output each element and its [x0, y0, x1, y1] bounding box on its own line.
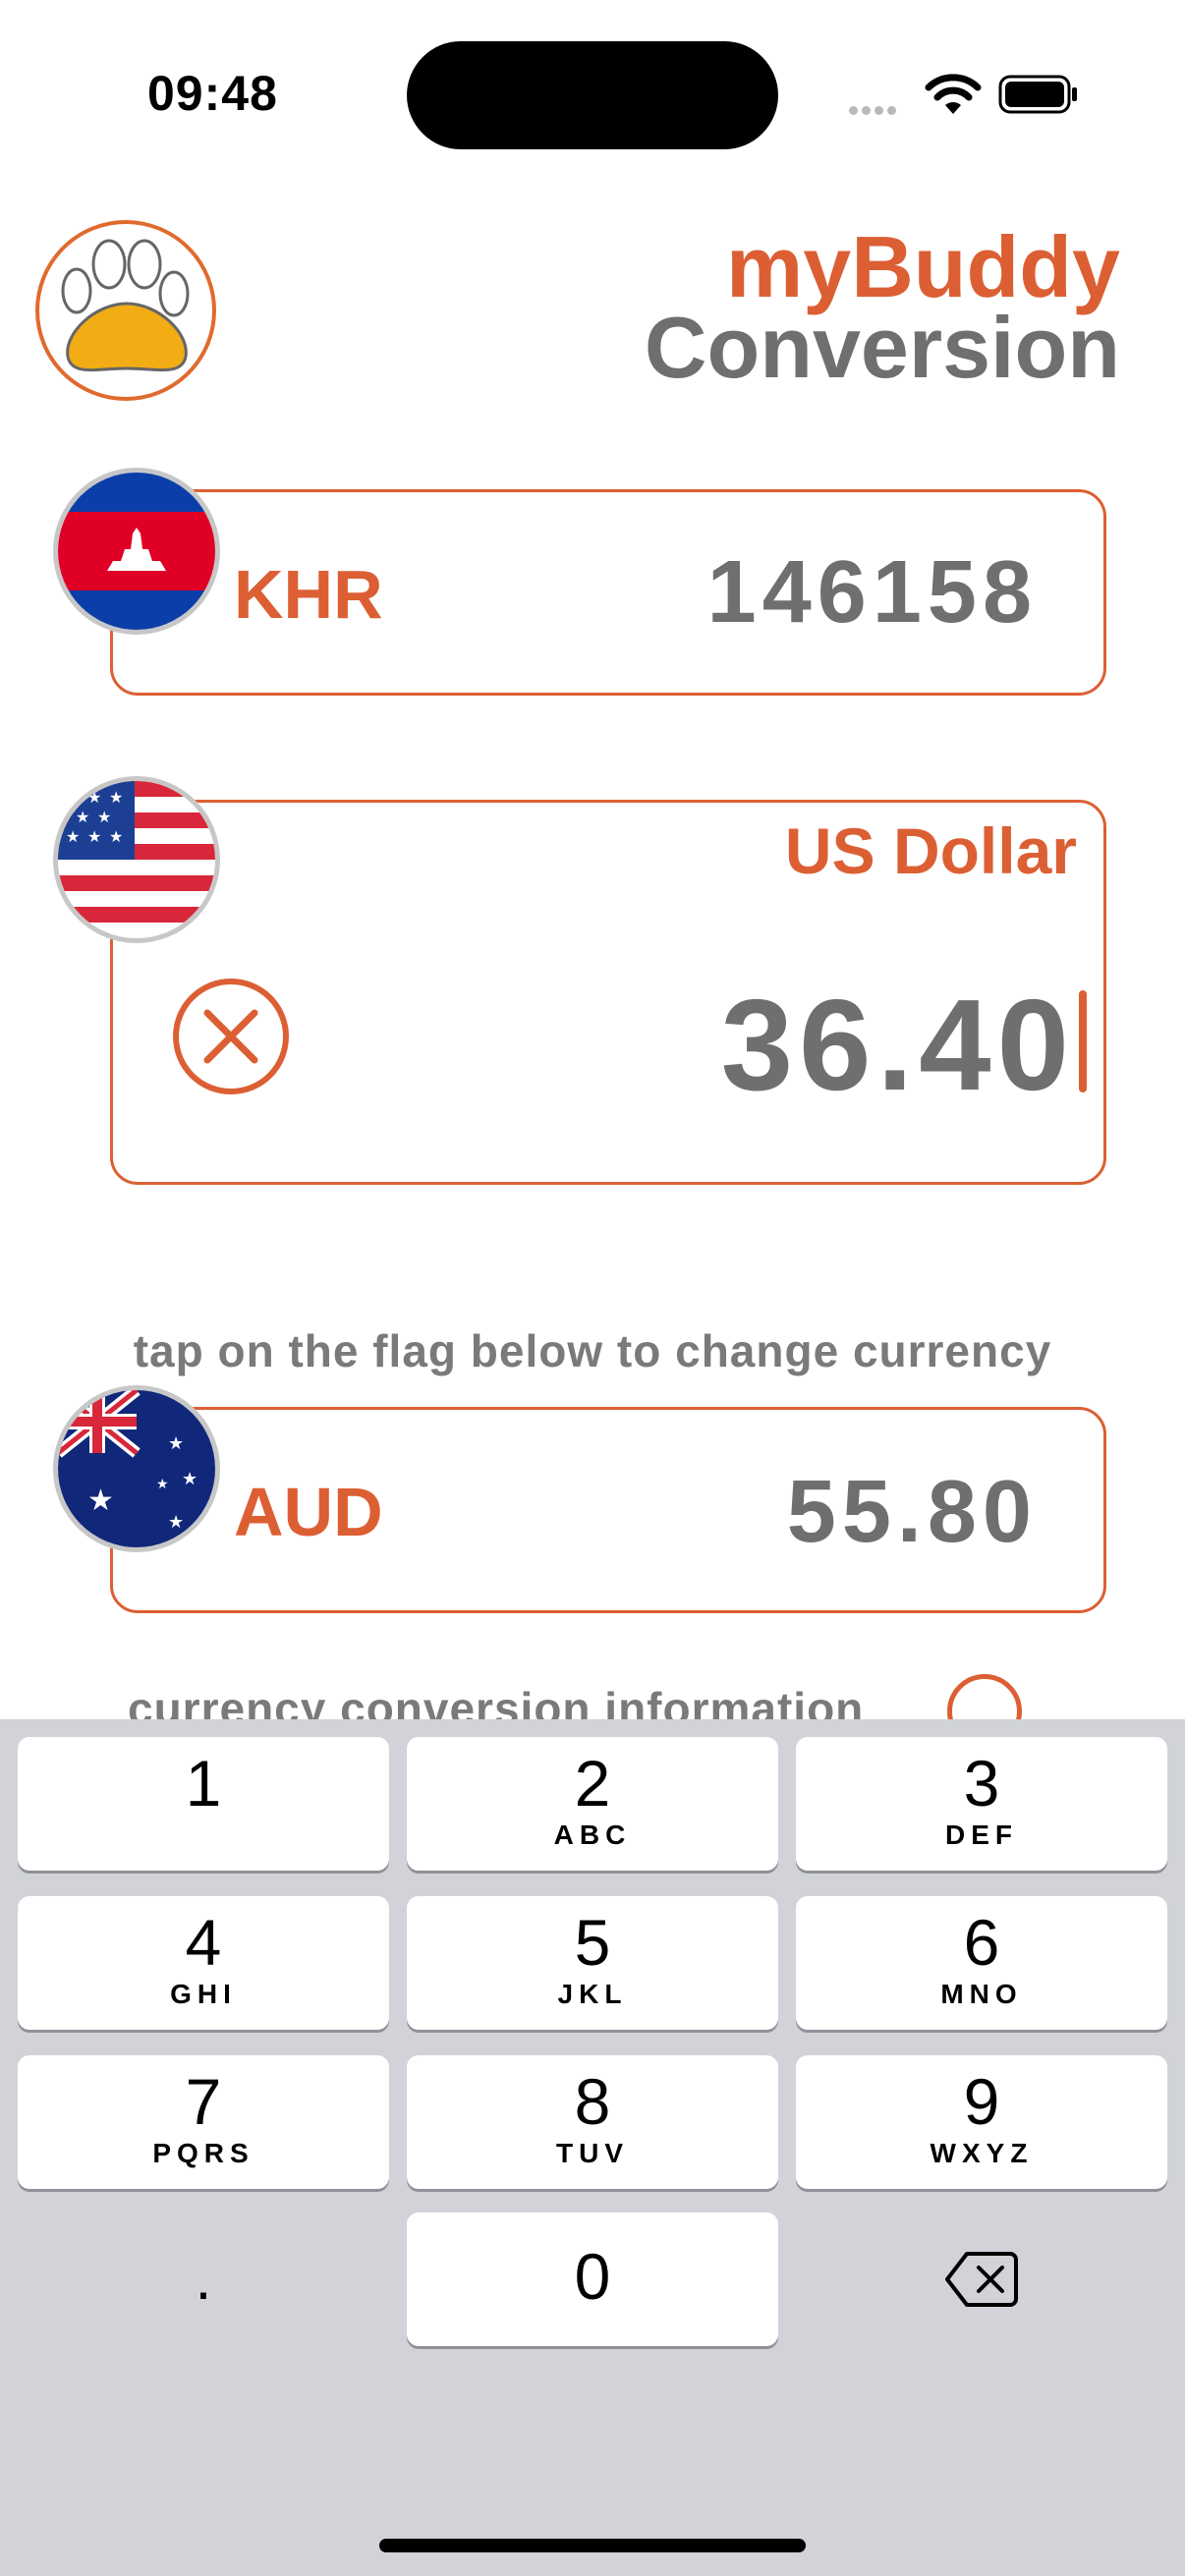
key-8[interactable]: 8 TUV: [407, 2055, 778, 2189]
cambodia-flag-icon[interactable]: [53, 468, 220, 635]
svg-text:★: ★: [87, 788, 101, 807]
key-1[interactable]: 1: [18, 1737, 389, 1871]
cellular-signal-icon: [849, 102, 908, 115]
svg-text:★: ★: [168, 1433, 184, 1454]
svg-text:★: ★: [87, 827, 101, 846]
key-4[interactable]: 4 GHI: [18, 1896, 389, 2030]
svg-text:★: ★: [182, 1469, 198, 1489]
key-decimal[interactable]: .: [18, 2212, 389, 2346]
svg-text:★: ★: [168, 1512, 184, 1533]
australia-flag-icon[interactable]: ★ ★ ★ ★ ★: [53, 1385, 220, 1552]
dynamic-island: [407, 41, 778, 149]
backspace-icon: [945, 2252, 1018, 2307]
svg-text:★: ★: [156, 1477, 169, 1492]
active-currency-amount[interactable]: 36.40: [721, 971, 1075, 1119]
key-7[interactable]: 7 PQRS: [18, 2055, 389, 2189]
svg-text:★: ★: [109, 788, 123, 807]
key-5[interactable]: 5 JKL: [407, 1896, 778, 2030]
svg-text:★: ★: [76, 808, 89, 826]
base-currency-code: KHR: [234, 556, 383, 633]
key-3[interactable]: 3 DEF: [796, 1737, 1167, 1871]
app-brand: myBuddy: [726, 218, 1120, 315]
clear-icon[interactable]: [171, 977, 291, 1096]
key-0[interactable]: 0: [407, 2212, 778, 2346]
svg-text:★: ★: [97, 808, 111, 826]
svg-text:★: ★: [66, 788, 80, 807]
status-time: 09:48: [147, 66, 278, 121]
page-title: Conversion: [644, 299, 1120, 396]
target-currency-amount[interactable]: 55.80: [787, 1462, 1038, 1563]
key-delete[interactable]: [796, 2212, 1167, 2346]
active-currency-name: US Dollar: [784, 814, 1077, 887]
text-cursor: [1079, 990, 1087, 1092]
target-currency-code: AUD: [234, 1474, 383, 1550]
key-2[interactable]: 2 ABC: [407, 1737, 778, 1871]
battery-icon: [998, 75, 1077, 114]
svg-text:★: ★: [87, 1484, 114, 1518]
paw-icon: [61, 239, 190, 372]
app-logo: [35, 220, 216, 401]
home-indicator[interactable]: [379, 2539, 806, 2552]
svg-text:★: ★: [66, 827, 80, 846]
numeric-keyboard: 1 2 ABC 3 DEF 4 GHI 5 JKL 6 MNO 7 PQRS 8 TUV 9W…: [0, 1719, 1185, 2576]
key-9[interactable]: 9 WXYZ: [796, 2055, 1167, 2189]
base-currency-amount[interactable]: 146158: [707, 542, 1038, 644]
usa-flag-icon[interactable]: ★ ★ ★ ★ ★ ★ ★ ★: [53, 776, 220, 943]
wifi-icon: [925, 74, 982, 114]
change-currency-hint: tap on the flag below to change currency: [133, 1325, 1052, 1376]
key-6[interactable]: 6 MNO: [796, 1896, 1167, 2030]
svg-text:★: ★: [109, 827, 123, 846]
